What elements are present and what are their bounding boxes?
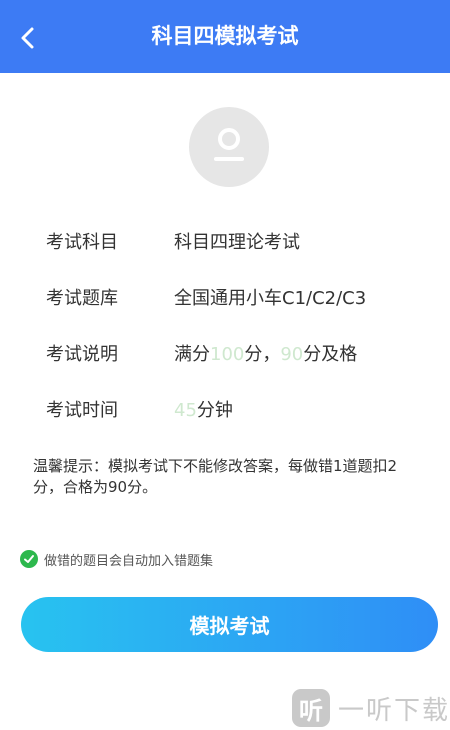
watermark: 听 一听下载 — [292, 688, 450, 728]
pass-score: 90 — [280, 344, 304, 365]
wrong-answer-notice: 做错的题目会自动加入错题集 — [20, 549, 213, 569]
info-row-bank: 考试题库 全国通用小车C1/C2/C3 — [46, 282, 366, 312]
tip-text: 温馨提示：模拟考试下不能修改答案，每做错1道题扣2分，合格为90分。 — [33, 457, 398, 496]
subject-value: 科目四理论考试 — [174, 232, 300, 253]
time-value: 45分钟 — [174, 396, 233, 422]
page-title: 科目四模拟考试 — [151, 24, 299, 48]
rules-value: 满分100分，90分及格 — [174, 340, 357, 366]
rules-suffix: 分及格 — [303, 344, 358, 365]
check-circle-icon — [20, 550, 38, 568]
bank-value: 全国通用小车C1/C2/C3 — [174, 288, 367, 309]
time-unit: 分钟 — [196, 400, 233, 421]
start-exam-button[interactable]: 模拟考试 — [21, 597, 438, 652]
bank-label: 考试题库 — [46, 288, 118, 309]
full-score: 100 — [210, 344, 245, 365]
time-minutes: 45 — [174, 400, 197, 421]
watermark-text: 一听下载 — [338, 695, 450, 726]
user-avatar-icon — [214, 128, 244, 161]
header-bar: 科目四模拟考试 — [0, 0, 450, 73]
rules-label: 考试说明 — [46, 344, 118, 365]
rules-middle: 分， — [244, 344, 281, 365]
info-row-subject: 考试科目 科目四理论考试 — [46, 226, 300, 256]
subject-label: 考试科目 — [46, 232, 118, 253]
info-row-rules: 考试说明 满分100分，90分及格 — [46, 338, 357, 368]
avatar — [189, 107, 269, 187]
watermark-logo: 听 — [292, 689, 330, 727]
rules-prefix: 满分 — [174, 344, 210, 365]
notice-text: 做错的题目会自动加入错题集 — [44, 553, 214, 569]
info-row-time: 考试时间 45分钟 — [46, 394, 233, 424]
time-label: 考试时间 — [46, 400, 118, 421]
